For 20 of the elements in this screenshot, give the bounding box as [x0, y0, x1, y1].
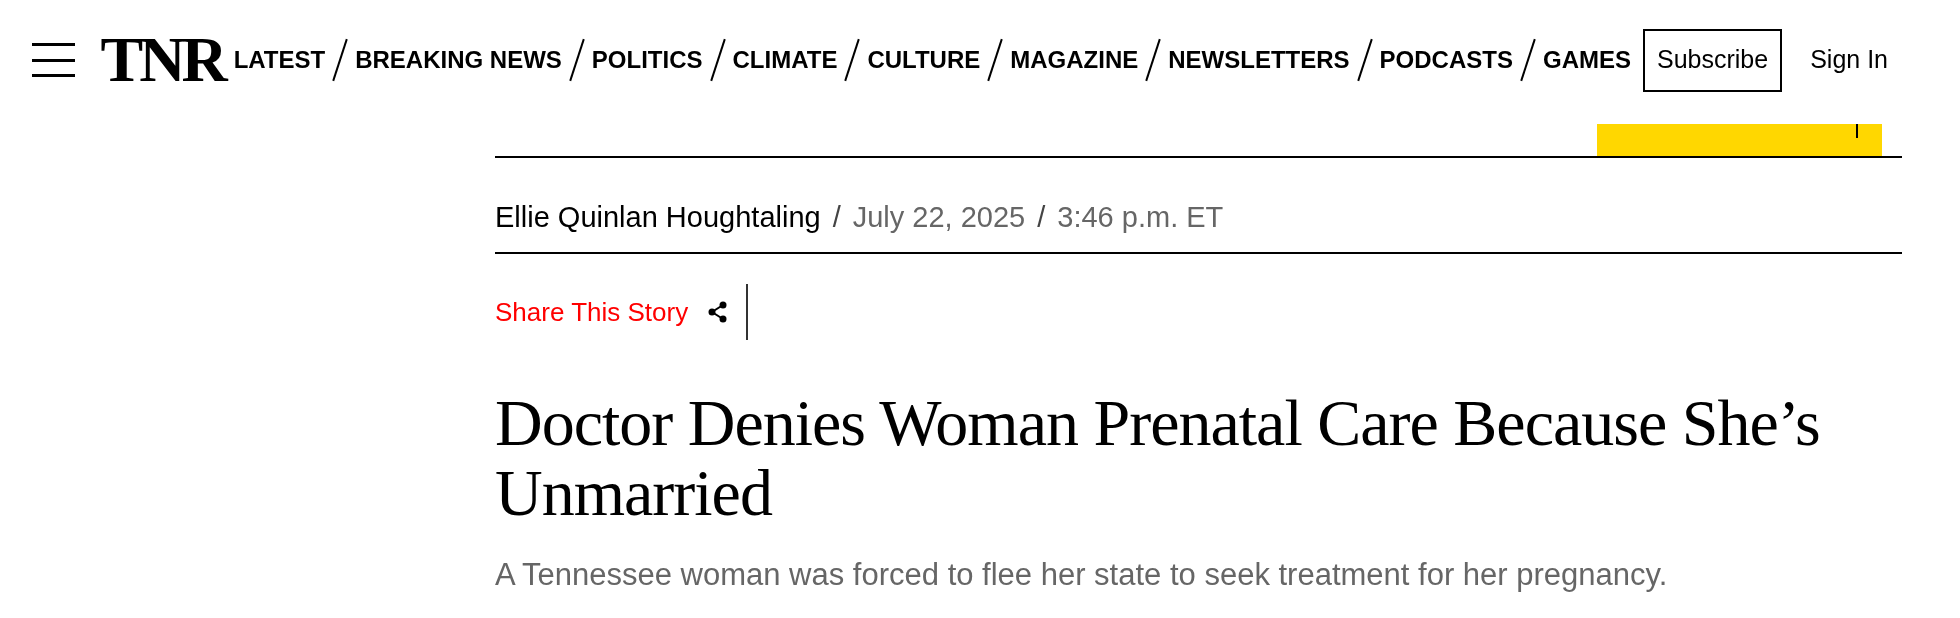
nav-link[interactable]: POLITICS	[591, 42, 703, 78]
publish-date: July 22, 2025	[852, 200, 1026, 236]
nav-link[interactable]: MAGAZINE	[1010, 42, 1139, 78]
nav-link[interactable]: CULTURE	[867, 42, 981, 78]
site-logo[interactable]: TNR	[100, 28, 230, 92]
share-link[interactable]: Share This Story	[495, 292, 689, 332]
nav-link[interactable]: CLIMATE	[732, 42, 838, 78]
nav-link[interactable]: GAMES	[1542, 42, 1631, 78]
nav-link[interactable]: BREAKING NEWS	[355, 42, 562, 78]
article-headline: Doctor Denies Woman Prenatal Care Because She’s Unmarried	[495, 388, 1821, 528]
nav-link[interactable]: NEWSLETTERS	[1168, 42, 1350, 78]
separator: /	[1037, 200, 1046, 236]
publish-time: 3:46 p.m. ET	[1057, 200, 1224, 236]
sign-in-link[interactable]: Sign In	[1810, 41, 1888, 79]
subscribe-button[interactable]: Subscribe	[1643, 28, 1783, 92]
author-link[interactable]: Ellie Quinlan Houghtaling	[495, 196, 821, 240]
separator: /	[832, 200, 841, 236]
nav-link[interactable]: LATEST	[233, 42, 326, 78]
article-dek: A Tennessee woman was forced to flee her state to seek treatment for her pregnancy.	[495, 556, 1669, 594]
nav-link[interactable]: PODCASTS	[1379, 42, 1513, 78]
